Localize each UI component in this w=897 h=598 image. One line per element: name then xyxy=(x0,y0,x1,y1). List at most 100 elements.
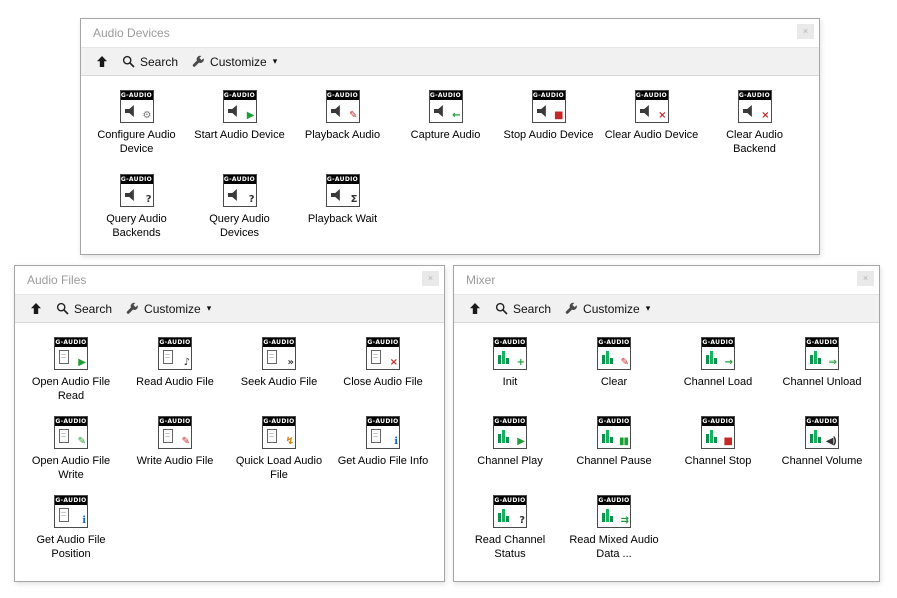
palette-item[interactable]: G-AUDIO◀)Channel Volume xyxy=(770,416,874,495)
up-arrow-icon xyxy=(30,302,42,315)
close-button[interactable]: × xyxy=(797,24,814,39)
up-one-level-button[interactable] xyxy=(23,299,49,318)
accent-glyph-icon: ? xyxy=(146,195,151,205)
palette-item[interactable]: G-AUDIO♪Read Audio File xyxy=(123,337,227,416)
g-audio-band-label: G-AUDIO xyxy=(263,417,295,426)
palette-item-label: Query Audio Backends xyxy=(89,212,185,241)
g-audio-icon: G-AUDIO◀) xyxy=(805,416,839,449)
window-audio-devices: Audio Devices × Search Customize ▾ G-AUD… xyxy=(80,18,820,255)
palette-item[interactable]: G-AUDIO+Init xyxy=(458,337,562,416)
g-audio-icon: G-AUDIO × xyxy=(366,337,400,370)
speaker-base-icon xyxy=(331,189,343,201)
g-audio-icon: G-AUDIO ▶ xyxy=(54,337,88,370)
palette-item[interactable]: G-AUDIO»Seek Audio File xyxy=(227,337,331,416)
g-audio-icon: G-AUDIOΣ xyxy=(326,174,360,207)
speaker-base-icon xyxy=(537,105,549,117)
g-audio-band-label: G-AUDIO xyxy=(263,338,295,347)
palette-item-label: Get Audio File Info xyxy=(338,454,429,468)
palette-item[interactable]: G-AUDIO▶Open Audio File Read xyxy=(19,337,123,416)
palette-item[interactable]: G-AUDIO▶Channel Play xyxy=(458,416,562,495)
g-audio-icon: G-AUDIO▮▮ xyxy=(597,416,631,449)
palette-item-label: Clear xyxy=(601,375,627,389)
search-button[interactable]: Search xyxy=(49,299,119,319)
palette-item[interactable]: G-AUDIO✎Write Audio File xyxy=(123,416,227,495)
search-label: Search xyxy=(140,55,178,69)
titlebar[interactable]: Mixer × xyxy=(454,266,879,294)
titlebar[interactable]: Audio Files × xyxy=(15,266,444,294)
palette-item-label: Seek Audio File xyxy=(241,375,317,389)
g-audio-band-label: G-AUDIO xyxy=(702,417,734,426)
g-audio-icon: G-AUDIO↯ xyxy=(262,416,296,449)
g-audio-icon: G-AUDIO■ xyxy=(532,90,566,123)
window-title: Mixer xyxy=(466,273,495,287)
palette-item[interactable]: G-AUDIO↯Quick Load Audio File xyxy=(227,416,331,495)
palette-grid: G-AUDIO+InitG-AUDIO✎ClearG-AUDIO→Channel… xyxy=(454,323,879,574)
g-audio-band-label: G-AUDIO xyxy=(367,338,399,347)
palette-item[interactable]: G-AUDIO⚙Configure Audio Device xyxy=(85,90,188,174)
search-label: Search xyxy=(74,302,112,316)
g-audio-band-label: G-AUDIO xyxy=(430,91,462,100)
palette-item-label: Channel Load xyxy=(684,375,753,389)
titlebar[interactable]: Audio Devices × xyxy=(81,19,819,47)
customize-button[interactable]: Customize ▾ xyxy=(558,299,657,319)
g-audio-band-label: G-AUDIO xyxy=(327,175,359,184)
search-button[interactable]: Search xyxy=(488,299,558,319)
accent-glyph-icon: ♪ xyxy=(184,358,189,368)
accent-glyph-icon: × xyxy=(390,358,397,368)
toolbar: Search Customize ▾ xyxy=(454,294,879,323)
palette-item[interactable]: G-AUDIOℹGet Audio File Info xyxy=(331,416,435,495)
palette-item[interactable]: G-AUDIO✎Open Audio File Write xyxy=(19,416,123,495)
palette-item[interactable]: G-AUDIO×Clear Audio Backend xyxy=(703,90,806,174)
g-audio-band-label: G-AUDIO xyxy=(55,338,87,347)
customize-button[interactable]: Customize ▾ xyxy=(119,299,218,319)
palette-item[interactable]: G-AUDIO⇒Channel Unload xyxy=(770,337,874,416)
g-audio-icon: G-AUDIO▶ xyxy=(493,416,527,449)
palette-item[interactable]: G-AUDIO■Channel Stop xyxy=(666,416,770,495)
g-audio-icon: G-AUDIO ← xyxy=(429,90,463,123)
palette-item[interactable]: G-AUDIOΣPlayback Wait xyxy=(291,174,394,258)
palette-item-label: Clear Audio Backend xyxy=(707,128,803,157)
accent-glyph-icon: ▶ xyxy=(78,358,85,368)
accent-glyph-icon: ⇉ xyxy=(621,516,628,526)
g-audio-band-label: G-AUDIO xyxy=(636,91,668,100)
up-one-level-button[interactable] xyxy=(462,299,488,318)
palette-item[interactable]: G-AUDIO?Read Channel Status xyxy=(458,495,562,574)
accent-glyph-icon: ✎ xyxy=(182,437,189,447)
wrench-icon xyxy=(565,302,578,315)
palette-item[interactable]: G-AUDIO←Capture Audio xyxy=(394,90,497,174)
palette-item[interactable]: G-AUDIO×Close Audio File xyxy=(331,337,435,416)
palette-item[interactable]: G-AUDIO✎Clear xyxy=(562,337,666,416)
toolbar: Search Customize ▾ xyxy=(81,47,819,76)
palette-item[interactable]: G-AUDIO▮▮Channel Pause xyxy=(562,416,666,495)
palette-item[interactable]: G-AUDIO→Channel Load xyxy=(666,337,770,416)
close-button[interactable]: × xyxy=(857,271,874,286)
g-audio-icon: G-AUDIO■ xyxy=(701,416,735,449)
palette-item[interactable]: G-AUDIO✎Playback Audio xyxy=(291,90,394,174)
page-base-icon xyxy=(59,429,69,443)
up-one-level-button[interactable] xyxy=(89,52,115,71)
palette-item[interactable]: G-AUDIO▶Start Audio Device xyxy=(188,90,291,174)
palette-item[interactable]: G-AUDIO■Stop Audio Device xyxy=(497,90,600,174)
palette-item-label: Configure Audio Device xyxy=(89,128,185,157)
window-title: Audio Devices xyxy=(93,26,170,40)
g-audio-band-label: G-AUDIO xyxy=(327,91,359,100)
customize-button[interactable]: Customize ▾ xyxy=(185,52,284,72)
speaker-base-icon xyxy=(743,105,755,117)
palette-item[interactable]: G-AUDIO?Query Audio Devices xyxy=(188,174,291,258)
palette-item[interactable]: G-AUDIO?Query Audio Backends xyxy=(85,174,188,258)
accent-glyph-icon: + xyxy=(517,358,524,368)
bars-base-icon xyxy=(602,509,614,522)
speaker-base-icon xyxy=(331,105,343,117)
accent-glyph-icon: ← xyxy=(452,111,459,121)
palette-item[interactable]: G-AUDIO×Clear Audio Device xyxy=(600,90,703,174)
bars-base-icon xyxy=(498,351,510,364)
search-button[interactable]: Search xyxy=(115,52,185,72)
g-audio-band-label: G-AUDIO xyxy=(55,417,87,426)
g-audio-band-label: G-AUDIO xyxy=(121,91,153,100)
palette-item[interactable]: G-AUDIOℹGet Audio File Position xyxy=(19,495,123,574)
close-button[interactable]: × xyxy=(422,271,439,286)
palette-item-label: Channel Unload xyxy=(783,375,862,389)
g-audio-icon: G-AUDIO✎ xyxy=(54,416,88,449)
palette-item[interactable]: G-AUDIO⇉Read Mixed Audio Data ... xyxy=(562,495,666,574)
palette-grid: G-AUDIO▶Open Audio File ReadG-AUDIO♪Read… xyxy=(15,323,444,574)
